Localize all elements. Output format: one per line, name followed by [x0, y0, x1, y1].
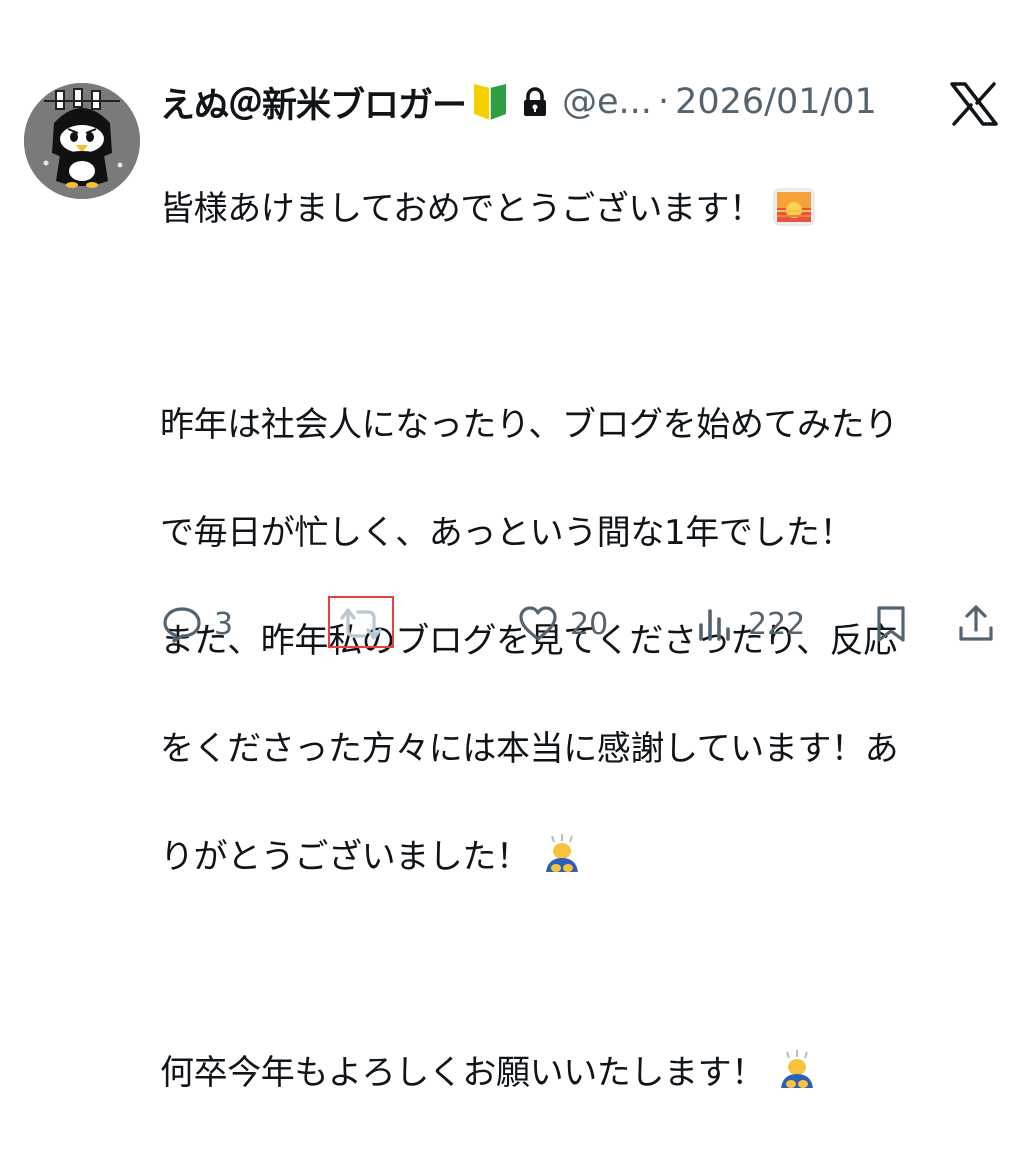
like-button[interactable]: 20 [518, 596, 608, 652]
views-chart-icon [699, 609, 730, 641]
bowing-person-emoji-icon [780, 1050, 813, 1088]
avatar-image [24, 83, 140, 199]
tweet-line [160, 290, 990, 344]
reply-icon [163, 607, 201, 643]
reply-count: 3 [214, 606, 234, 642]
tweet-line: で毎日が忙しく、あっという間な1年でした！ [160, 513, 854, 553]
tweet-line: 昨年は社会人になったり、ブログを始めてみたり [160, 405, 898, 445]
tweet-header: えぬ＠新米ブロガー @e... · 2026/01/01 [160, 72, 930, 132]
tweet-line [160, 938, 990, 992]
bowing-person-emoji-icon [545, 834, 578, 872]
x-logo-icon[interactable] [950, 82, 998, 126]
tweet-line: 何卒今年もよろしくお願いいたします！ [160, 1046, 990, 1100]
retweet-highlight-box [328, 596, 394, 648]
views-count: 222 [748, 606, 806, 642]
tweet-line: りがとうございました！ [160, 830, 990, 884]
views-button[interactable]: 222 [696, 596, 805, 652]
like-count: 20 [570, 606, 609, 642]
tweet-date[interactable]: 2026/01/01 [675, 82, 877, 122]
sunrise-emoji-icon [773, 188, 815, 226]
lock-icon [524, 87, 547, 116]
share-icon [959, 605, 993, 641]
header-separator: · [657, 82, 670, 122]
tweet-line: 皆様あけましておめでとうございます！ [160, 182, 990, 236]
reply-button[interactable]: 3 [162, 596, 233, 652]
tweet-actions: 3 20 222 [0, 596, 1024, 652]
author-name[interactable]: えぬ＠新米ブロガー [160, 77, 467, 128]
bookmark-button[interactable] [874, 596, 908, 652]
share-button[interactable] [956, 596, 996, 652]
heart-icon [519, 606, 557, 641]
avatar[interactable] [24, 83, 140, 199]
author-handle[interactable]: @e... [562, 82, 652, 122]
beginner-mark-icon [474, 84, 507, 120]
bookmark-icon [877, 606, 905, 642]
